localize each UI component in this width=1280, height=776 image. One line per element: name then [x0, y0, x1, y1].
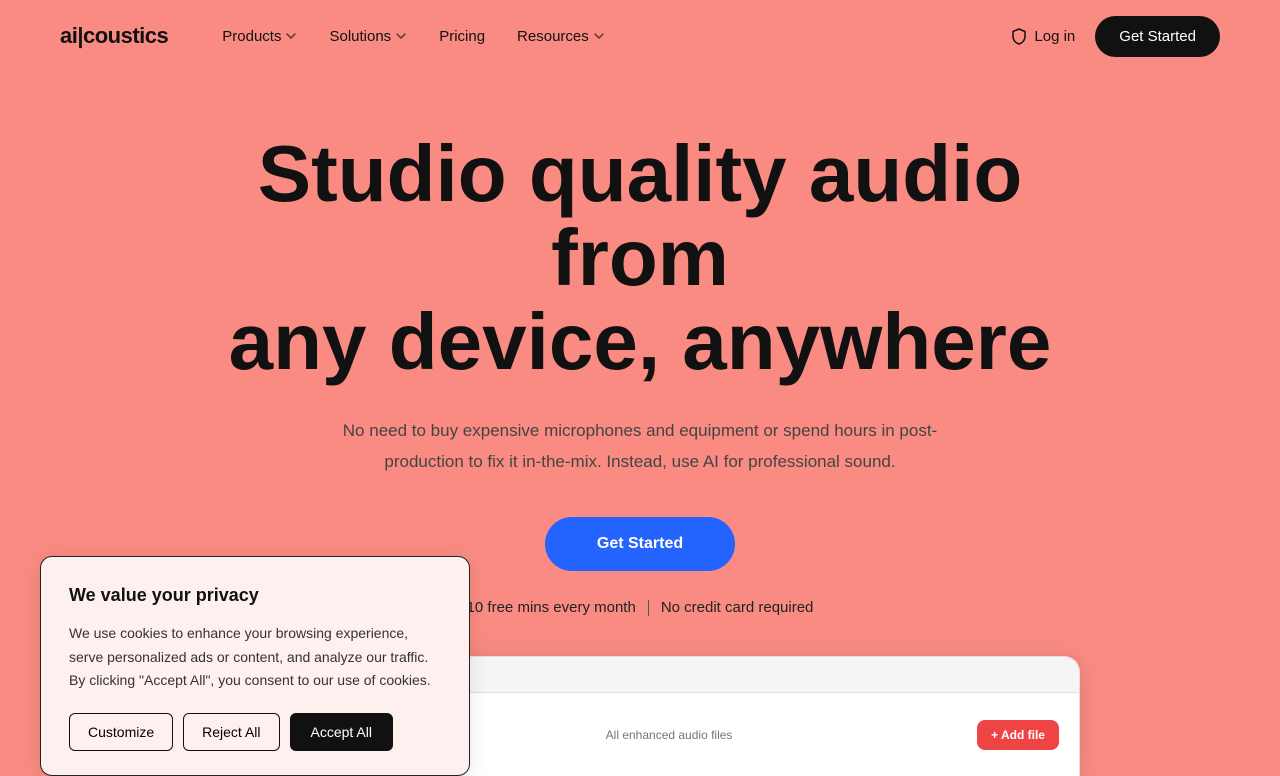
get-started-nav-button[interactable]: Get Started — [1095, 16, 1220, 57]
nav-products[interactable]: Products — [208, 20, 311, 53]
navbar: ai|coustics Products Solutions Pricing R… — [0, 0, 1280, 72]
add-file-button[interactable]: + Add file — [977, 720, 1059, 750]
nav-right: Log in Get Started — [1010, 16, 1220, 57]
feature-divider — [648, 600, 649, 616]
chevron-down-icon — [285, 30, 297, 42]
chevron-down-icon — [395, 30, 407, 42]
app-center-label: All enhanced audio files — [606, 728, 733, 742]
cookie-title: We value your privacy — [69, 585, 441, 606]
hero-description: No need to buy expensive microphones and… — [340, 416, 940, 477]
logo[interactable]: ai|coustics — [60, 23, 168, 49]
accept-all-button[interactable]: Accept All — [290, 713, 393, 751]
feature-free-mins: 10 free mins every month — [467, 599, 636, 616]
hero-heading: Studio quality audio from any device, an… — [190, 132, 1090, 384]
nav-pricing[interactable]: Pricing — [425, 20, 499, 53]
cookie-actions: Customize Reject All Accept All — [69, 713, 441, 751]
cookie-body: We use cookies to enhance your browsing … — [69, 622, 441, 693]
nav-solutions[interactable]: Solutions — [315, 20, 421, 53]
feature-no-card: No credit card required — [661, 599, 814, 616]
login-button[interactable]: Log in — [1010, 27, 1075, 45]
chevron-down-icon — [593, 30, 605, 42]
cookie-banner: We value your privacy We use cookies to … — [40, 556, 470, 776]
nav-left: ai|coustics Products Solutions Pricing R… — [60, 20, 619, 53]
shield-icon — [1010, 27, 1028, 45]
reject-all-button[interactable]: Reject All — [183, 713, 279, 751]
nav-resources[interactable]: Resources — [503, 20, 619, 53]
nav-links: Products Solutions Pricing Resources — [208, 20, 618, 53]
hero-cta-button[interactable]: Get Started — [545, 517, 735, 571]
customize-button[interactable]: Customize — [69, 713, 173, 751]
